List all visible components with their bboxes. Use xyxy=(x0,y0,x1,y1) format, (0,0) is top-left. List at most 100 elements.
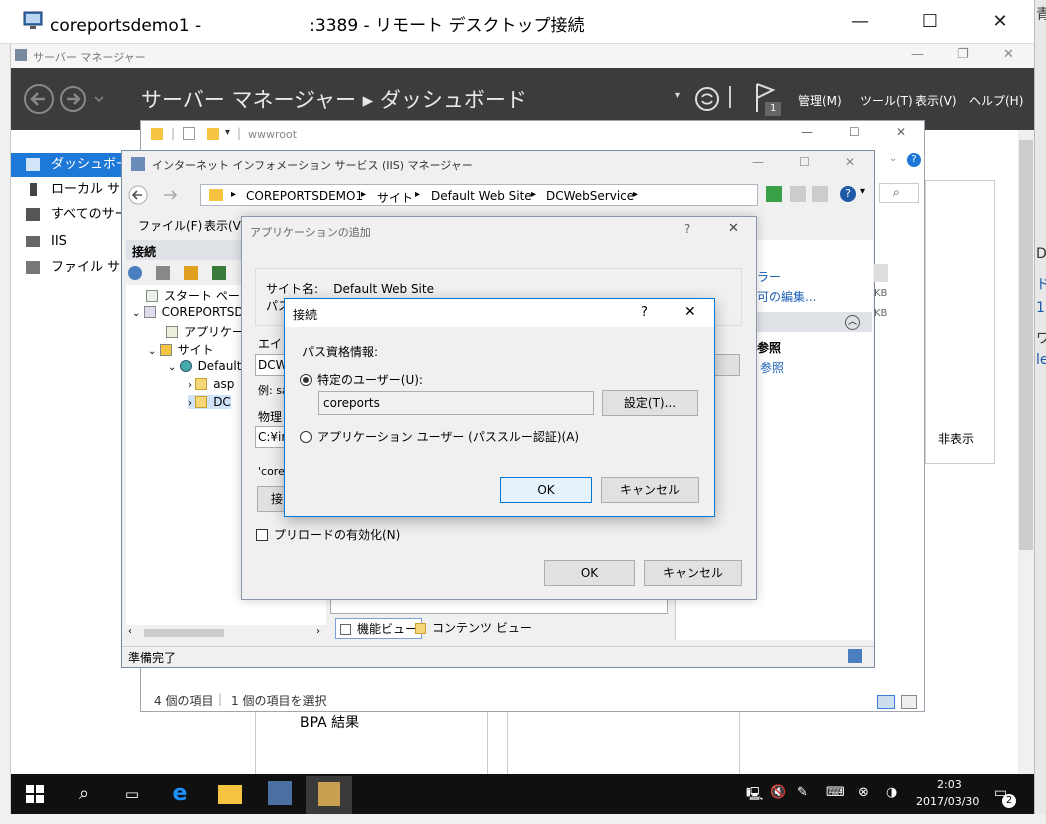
passthrough-radio[interactable]: アプリケーション ユーザー (パススルー認証)(A) xyxy=(300,428,579,445)
connect-icon[interactable] xyxy=(128,266,142,280)
menu-help[interactable]: ヘルプ(H) xyxy=(969,92,1023,109)
up-icon[interactable] xyxy=(184,266,198,280)
crumb-sites[interactable]: サイト xyxy=(377,189,413,206)
iis-nav-arrows-icon[interactable] xyxy=(128,185,184,205)
site-name-label: サイト名: Default Web Site xyxy=(266,282,434,296)
tree-item-server[interactable]: ⌄ COREPORTSD xyxy=(132,305,244,319)
iis-maximize-button[interactable]: ☐ xyxy=(799,155,810,169)
large-icons-view-icon[interactable] xyxy=(901,695,917,709)
rdp-maximize-button[interactable]: ☐ xyxy=(912,8,948,36)
actions-link-edit[interactable]: 可の編集... xyxy=(757,288,816,305)
dropdown-arrow-icon[interactable]: ▾ xyxy=(675,90,680,101)
clock-icon[interactable]: ◑ xyxy=(886,785,897,800)
explorer-maximize-button[interactable]: ☐ xyxy=(849,125,860,139)
add-app-ok-button[interactable]: OK xyxy=(544,560,635,586)
explorer-close-button[interactable]: ✕ xyxy=(896,125,906,139)
rdp-close-button[interactable]: ✕ xyxy=(982,8,1018,36)
actions-link-errors[interactable]: ラー xyxy=(757,268,781,285)
tree-horizontal-scrollbar[interactable]: ‹ › xyxy=(126,626,326,640)
new-folder-icon[interactable] xyxy=(207,128,219,140)
refresh-icon[interactable] xyxy=(693,85,721,113)
iis-close-button[interactable]: ✕ xyxy=(845,155,855,169)
crumb-dcwebservice[interactable]: DCWebService xyxy=(546,189,634,203)
home-icon[interactable] xyxy=(812,186,828,202)
iis-menu-view[interactable]: 表示(V) xyxy=(204,217,246,234)
server-manager-breadcrumb: サーバー マネージャー ▸ ダッシュボード xyxy=(141,88,527,112)
toolbar-separator: | xyxy=(237,126,242,140)
connect-help-button[interactable]: ? xyxy=(641,305,648,320)
set-credentials-button[interactable]: 設定(T)... xyxy=(602,390,698,416)
specific-user-radio[interactable]: 特定のユーザー(U): xyxy=(300,371,423,388)
connect-titlebar xyxy=(285,299,714,327)
iis-address-bar[interactable]: ▸ COREPORTSDEMO1 ▸ サイト ▸ Default Web Sit… xyxy=(200,184,758,206)
preload-checkbox[interactable]: プリロードの有効化(N) xyxy=(256,526,400,543)
details-view-icon[interactable] xyxy=(877,695,895,709)
pen-icon[interactable]: ✎ xyxy=(797,785,808,800)
notifications-flag-icon[interactable] xyxy=(753,82,783,118)
actions-browse-link[interactable]: 参照 xyxy=(760,359,784,376)
search-icon[interactable]: ⌕ xyxy=(72,783,96,805)
sidebar-item-local-server[interactable]: ローカル サーバー xyxy=(11,178,131,202)
sm-close-button[interactable]: ✕ xyxy=(1003,47,1014,62)
sidebar-item-dashboard[interactable]: ダッシュボード xyxy=(11,153,131,177)
ribbon-expand-icon[interactable]: ⌄ xyxy=(889,153,897,164)
add-app-close-button[interactable]: ✕ xyxy=(728,221,739,236)
sm-restore-button[interactable]: ❐ xyxy=(957,47,969,62)
volume-muted-icon[interactable]: 🔇 xyxy=(770,785,786,800)
back-forward-icon[interactable] xyxy=(23,82,105,116)
tree-item-dcwebservice[interactable]: › DC xyxy=(188,395,231,409)
actions-browse-header: 参照 xyxy=(757,341,782,355)
crumb-default-web-site[interactable]: Default Web Site xyxy=(431,189,532,203)
menu-view[interactable]: 表示(V) xyxy=(915,92,957,109)
scrollbar-thumb[interactable] xyxy=(144,629,224,637)
left-edge-strip xyxy=(0,0,11,824)
quick-access-dropdown-icon[interactable]: ▾ xyxy=(225,127,230,138)
go-icon[interactable] xyxy=(766,186,782,202)
sidebar-item-file-services[interactable]: ファイル サービス xyxy=(11,256,131,280)
stop-icon[interactable] xyxy=(790,186,806,202)
save-icon[interactable] xyxy=(156,266,170,280)
tab-content-view[interactable]: コンテンツ ビュー xyxy=(411,618,536,637)
network-icon[interactable]: 🖳 xyxy=(746,785,763,807)
connect-ok-button[interactable]: OK xyxy=(500,477,592,503)
edge-browser-icon[interactable]: e xyxy=(168,783,192,805)
iis-help-icon[interactable]: ? xyxy=(840,186,856,202)
sidebar-item-all-servers[interactable]: すべてのサーバー xyxy=(11,203,131,227)
iis-minimize-button[interactable]: — xyxy=(752,155,764,169)
sidebar-item-iis[interactable]: IIS xyxy=(11,230,131,254)
start-windows-icon[interactable] xyxy=(26,785,44,803)
help-icon[interactable]: ? xyxy=(907,153,921,167)
scrollbar-thumb[interactable] xyxy=(1019,140,1033,550)
close-circle-icon[interactable]: ⊗ xyxy=(858,785,869,800)
menu-manage[interactable]: 管理(M) xyxy=(798,92,842,109)
sm-minimize-button[interactable]: — xyxy=(911,47,924,62)
server-manager-title: サーバー マネージャー xyxy=(33,51,146,64)
tree-item-aspnet-client[interactable]: › asp xyxy=(188,377,234,391)
file-explorer-icon[interactable] xyxy=(218,785,242,804)
task-view-icon[interactable]: ▭ xyxy=(120,783,144,805)
explorer-minimize-button[interactable]: — xyxy=(801,125,813,139)
collapse-section-icon[interactable]: ︿ xyxy=(845,315,860,330)
help-dropdown-icon[interactable]: ▾ xyxy=(860,186,865,197)
clock-date[interactable]: 2017/03/30 xyxy=(916,795,979,808)
disconnect-icon[interactable] xyxy=(212,266,226,280)
keyboard-icon[interactable]: ⌨ xyxy=(826,785,845,800)
connect-cancel-button[interactable]: キャンセル xyxy=(601,477,699,503)
tree-item-start-page[interactable]: スタート ページ xyxy=(146,287,252,304)
username-field[interactable]: coreports xyxy=(318,391,594,415)
clock-time[interactable]: 2:03 xyxy=(937,778,962,791)
hide-label[interactable]: 非表示 xyxy=(938,430,974,447)
iis-menu-file[interactable]: ファイル(F) xyxy=(138,217,202,234)
pane-splitter[interactable] xyxy=(874,264,888,282)
connect-close-button[interactable]: ✕ xyxy=(684,304,696,320)
crumb-server[interactable]: COREPORTSDEMO1 xyxy=(246,189,363,203)
menu-tools[interactable]: ツール(T) xyxy=(860,92,913,109)
tree-item-default-web-site[interactable]: ⌄ Default xyxy=(168,359,241,373)
tab-feature-view[interactable]: 機能ビュー xyxy=(335,618,423,639)
tree-item-sites[interactable]: ⌄ サイト xyxy=(148,341,214,358)
server-manager-taskbar-icon[interactable] xyxy=(268,781,292,805)
properties-icon[interactable] xyxy=(183,127,195,140)
rdp-minimize-button[interactable]: — xyxy=(842,8,878,36)
add-app-cancel-button[interactable]: キャンセル xyxy=(644,560,742,586)
add-app-help-button[interactable]: ? xyxy=(684,222,690,236)
